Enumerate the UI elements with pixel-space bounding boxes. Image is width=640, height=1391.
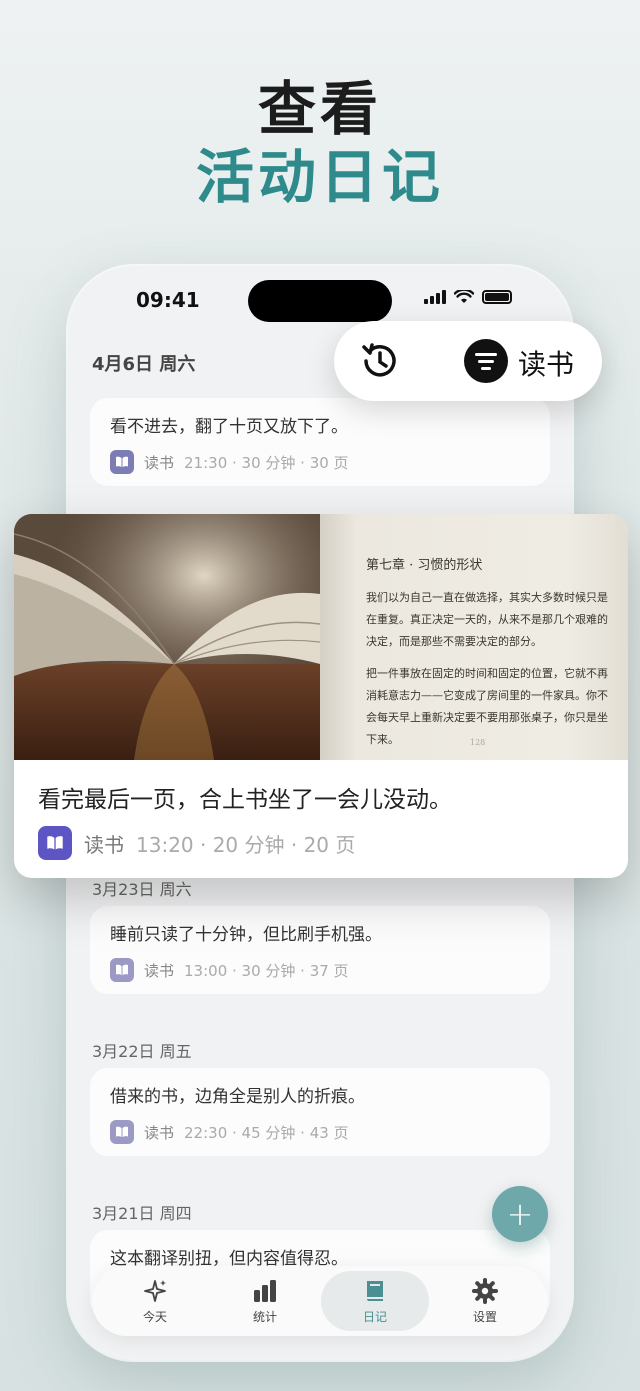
battery-icon bbox=[482, 290, 512, 304]
day-header: 3月22日 周五 bbox=[92, 1042, 192, 1061]
hero-title-line2: 活动日记 bbox=[195, 143, 444, 211]
gear-icon bbox=[472, 1277, 498, 1304]
bar-chart-icon bbox=[254, 1279, 276, 1302]
status-icons bbox=[424, 290, 512, 304]
book-page: 第七章 · 习惯的形状 我们以为自己一直在做选择，其实大多数时候只是在重复。真正… bbox=[320, 514, 628, 760]
day-header: 3月21日 周四 bbox=[92, 1204, 192, 1223]
entry-details: 21:30 · 30 分钟 · 30 页 bbox=[184, 453, 349, 472]
tab-diary[interactable]: 日记 bbox=[321, 1271, 429, 1331]
entry-details: 22:30 · 45 分钟 · 43 页 bbox=[184, 1123, 349, 1142]
entry-details: 13:00 · 30 分钟 · 37 页 bbox=[184, 961, 349, 980]
book-icon bbox=[38, 826, 72, 860]
entry-category: 读书 bbox=[144, 961, 175, 980]
page-paragraph: 我们以为自己一直在做选择，其实大多数时候只是在重复。真正决定一天的，从来不是那几… bbox=[366, 591, 608, 648]
entry-text: 睡前只读了十分钟，但比刷手机强。 bbox=[110, 925, 382, 945]
tab-bar: 今天 统计 日记 设置 bbox=[92, 1266, 548, 1336]
history-icon[interactable] bbox=[356, 337, 404, 385]
page-title: 第七章 · 习惯的形状 bbox=[366, 558, 483, 573]
add-entry-button[interactable]: + bbox=[492, 1186, 548, 1242]
entry-category: 读书 bbox=[144, 1123, 175, 1142]
tab-today[interactable]: 今天 bbox=[101, 1271, 209, 1331]
day-header: 3月23日 周六 bbox=[92, 880, 192, 899]
book-photo bbox=[14, 514, 320, 760]
entry-text: 看不进去，翻了十页又放下了。 bbox=[110, 417, 348, 437]
cellular-signal-icon bbox=[424, 290, 446, 304]
diary-entry[interactable]: 看不进去，翻了十页又放下了。 读书 21:30 · 30 分钟 · 30 页 bbox=[90, 398, 550, 486]
day-header: 4月6日 周六 bbox=[92, 354, 196, 375]
book-icon bbox=[110, 450, 134, 474]
dynamic-island bbox=[248, 280, 392, 322]
tab-label: 今天 bbox=[142, 1309, 167, 1324]
entry-category: 读书 bbox=[144, 453, 175, 472]
entry-meta: 读书 13:00 · 30 分钟 · 37 页 bbox=[110, 958, 349, 982]
featured-entry-card[interactable]: 第七章 · 习惯的形状 我们以为自己一直在做选择，其实大多数时候只是在重复。真正… bbox=[14, 514, 628, 878]
wifi-icon bbox=[454, 290, 474, 303]
entry-meta: 读书 21:30 · 30 分钟 · 30 页 bbox=[110, 450, 349, 474]
tab-label: 日记 bbox=[362, 1309, 387, 1324]
featured-entry-text: 看完最后一页，合上书坐了一会儿没动。 bbox=[38, 787, 452, 813]
tab-label: 设置 bbox=[472, 1309, 497, 1324]
book-icon bbox=[367, 1280, 383, 1301]
filter-icon[interactable] bbox=[464, 339, 508, 383]
page-number: 128 bbox=[470, 738, 486, 747]
book-icon bbox=[110, 958, 134, 982]
page-paragraph: 把一件事放在固定的时间和固定的位置，它就不再消耗意志力——它变成了房间里的一件家… bbox=[366, 667, 608, 746]
filter-category-label[interactable]: 读书 bbox=[518, 343, 574, 383]
featured-entry-category: 读书 bbox=[84, 832, 124, 857]
diary-entry[interactable]: 睡前只读了十分钟，但比刷手机强。 读书 13:00 · 30 分钟 · 37 页 bbox=[90, 906, 550, 994]
featured-entry-details: 13:20 · 20 分钟 · 20 页 bbox=[136, 832, 356, 857]
tab-settings[interactable]: 设置 bbox=[431, 1271, 539, 1331]
book-icon bbox=[110, 1120, 134, 1144]
sparkle-icon bbox=[144, 1279, 166, 1302]
tab-label: 统计 bbox=[252, 1309, 277, 1324]
tab-stats[interactable]: 统计 bbox=[211, 1271, 319, 1331]
entry-meta: 读书 22:30 · 45 分钟 · 43 页 bbox=[110, 1120, 349, 1144]
diary-entry[interactable]: 借来的书，边角全是别人的折痕。 读书 22:30 · 45 分钟 · 43 页 bbox=[90, 1068, 550, 1156]
featured-entry-meta: 读书 13:20 · 20 分钟 · 20 页 bbox=[38, 826, 355, 860]
status-time: 09:41 bbox=[136, 288, 200, 312]
entry-text: 借来的书，边角全是别人的折痕。 bbox=[110, 1087, 365, 1107]
filter-pill: 读书 bbox=[334, 321, 602, 401]
